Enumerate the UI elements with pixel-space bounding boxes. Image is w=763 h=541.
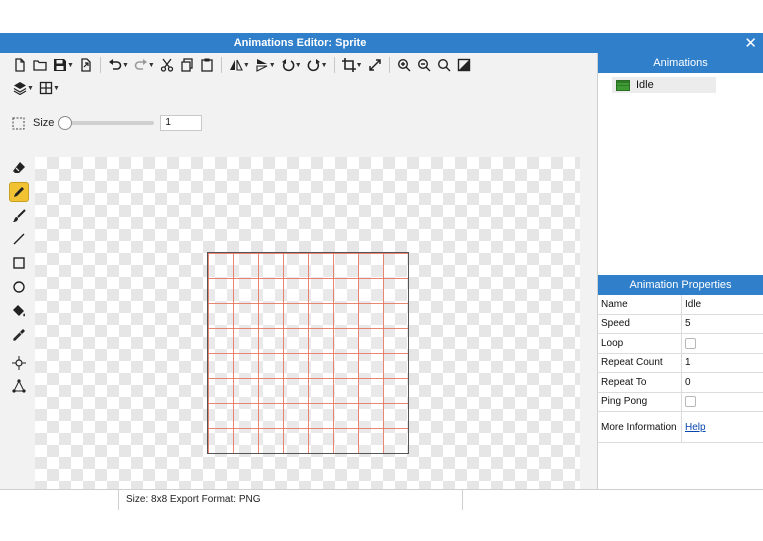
loop-checkbox[interactable] [685,337,696,349]
undo-dropdown-icon[interactable]: ▼ [122,62,129,69]
property-repeat-to-value[interactable]: 0 [681,372,763,393]
property-name-value[interactable]: Idle [681,295,763,315]
ellipse-icon[interactable] [9,277,29,297]
export-icon[interactable] [76,55,96,75]
copy-icon[interactable] [177,55,197,75]
size-slider-knob[interactable] [58,116,73,130]
cut-icon[interactable] [157,55,177,75]
property-key: Ping Pong [598,392,682,412]
animation-list-item[interactable]: Idle [612,77,716,93]
properties-table: Name Idle Speed 5 Loop Repeat Count 1 Re… [598,295,763,443]
help-link[interactable]: Help [685,422,706,433]
fill-bucket-icon[interactable] [9,301,29,321]
polygon-icon[interactable] [9,376,29,396]
property-row-repeat-to: Repeat To 0 [598,372,763,393]
property-row-repeat-count: Repeat Count 1 [598,353,763,373]
toolbar-separator [220,57,222,73]
pencil-icon[interactable] [9,181,29,202]
drawing-tools [9,158,31,400]
eraser-icon[interactable] [9,158,29,178]
toolbar-separator [99,57,101,73]
flip-horizontal-dropdown-icon[interactable]: ▼ [243,62,250,69]
ping-pong-checkbox[interactable] [685,396,696,408]
sprite-pixel-grid[interactable] [207,252,409,454]
size-slider[interactable] [58,116,155,130]
rectangle-icon[interactable] [9,253,29,273]
line-icon[interactable] [9,229,29,249]
property-key: Repeat Count [598,353,682,373]
property-key: Repeat To [598,372,682,393]
zoom-fit-icon[interactable] [434,55,454,75]
eyedropper-icon[interactable] [9,325,29,345]
property-row-more-information: More Information Help [598,411,763,443]
grid-dropdown-icon[interactable]: ▼ [53,85,60,92]
window-title: Animations Editor: Sprite [233,37,367,49]
animations-header: Animations [598,53,763,73]
property-speed-value[interactable]: 5 [681,314,763,334]
save-dropdown-icon[interactable]: ▼ [67,62,74,69]
status-cell [0,490,119,510]
property-key: Loop [598,333,682,354]
animations-panel: Animations Idle [598,53,763,275]
animation-name: Idle [636,79,654,91]
flip-vertical-dropdown-icon[interactable]: ▼ [269,62,276,69]
main-toolbar: ▼ ▼ ▼ ▼ ▼ ▼ ▼ ▼ [10,54,474,76]
status-text: Size: 8x8 Export Format: PNG [126,494,261,505]
invert-icon[interactable] [454,55,474,75]
animations-editor-window: Animations Editor: Sprite ✕ ▼ ▼ ▼ ▼ ▼ ▼ [0,33,763,510]
rotate-right-dropdown-icon[interactable]: ▼ [321,62,328,69]
property-key: Speed [598,314,682,334]
animation-thumbnail-icon [616,79,630,91]
animation-properties-header: Animation Properties [598,275,763,295]
layers-dropdown-icon[interactable]: ▼ [27,85,34,92]
paste-icon[interactable] [197,55,217,75]
title-bar: Animations Editor: Sprite ✕ [0,33,763,53]
brush-size-control: Size 1 [12,114,203,132]
status-divider [462,490,463,510]
status-bar: Size: 8x8 Export Format: PNG [0,489,763,510]
property-key: Name [598,295,682,315]
property-row-loop: Loop [598,333,763,354]
drawing-canvas[interactable] [35,157,580,501]
new-file-icon[interactable] [10,55,30,75]
zoom-out-icon[interactable] [414,55,434,75]
property-key: More Information [598,411,682,443]
open-folder-icon[interactable] [30,55,50,75]
pivot-icon[interactable] [9,353,29,373]
redo-dropdown-icon[interactable]: ▼ [148,62,155,69]
rotate-left-dropdown-icon[interactable]: ▼ [295,62,302,69]
secondary-toolbar: ▼ ▼ [10,77,62,99]
resize-icon[interactable] [365,55,385,75]
toolbar-separator [333,57,335,73]
size-label: Size [33,117,55,129]
toolbar-separator [388,57,390,73]
crop-dropdown-icon[interactable]: ▼ [356,62,363,69]
property-row-speed: Speed 5 [598,314,763,334]
property-row-name: Name Idle [598,295,763,315]
close-icon[interactable]: ✕ [744,34,757,52]
selection-icon[interactable] [12,117,25,130]
property-repeat-count-value[interactable]: 1 [681,353,763,373]
size-input[interactable]: 1 [160,115,203,131]
editor-pane: ▼ ▼ ▼ ▼ ▼ ▼ ▼ ▼ ▼ ▼ Size 1 [0,53,598,507]
property-row-ping-pong: Ping Pong [598,392,763,412]
zoom-in-icon[interactable] [394,55,414,75]
animation-properties-panel: Animation Properties Name Idle Speed 5 L… [598,275,763,489]
brush-icon[interactable] [9,206,29,226]
